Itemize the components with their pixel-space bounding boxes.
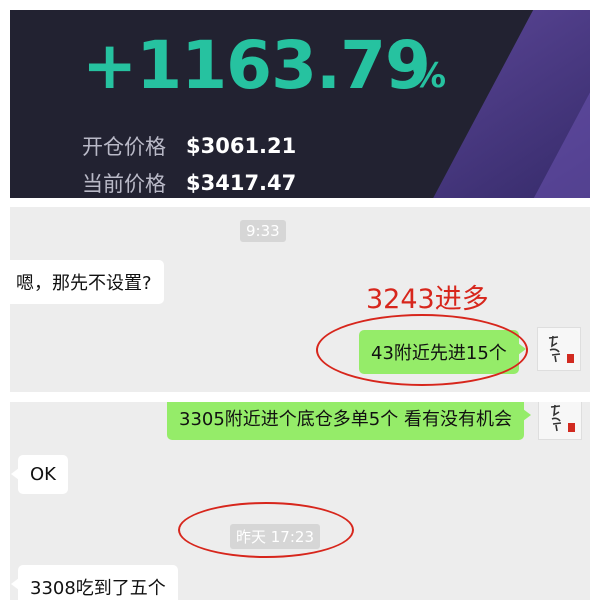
annotation-circle	[316, 314, 528, 386]
chat-screenshot-2: 3305附近进个底仓多单5个 看有没有机会 OK 昨天 17:23 3308吃到…	[10, 402, 590, 600]
profit-card: +1163.79 % 开仓价格 $3061.21 当前价格 $3417.47	[10, 10, 590, 198]
chat-screenshot-1: 9:33 嗯，那先不设置? 3243进多 43附近先进15个	[10, 207, 590, 392]
avatar[interactable]	[538, 402, 582, 440]
current-price-row: 当前价格 $3417.47	[82, 168, 296, 198]
current-price-label: 当前价格	[82, 172, 166, 196]
seal-icon	[567, 354, 574, 363]
timestamp-badge: 9:33	[240, 220, 286, 242]
message-bubble-left[interactable]: 嗯，那先不设置?	[10, 260, 164, 304]
calligraphy-icon	[548, 335, 561, 363]
seal-icon	[568, 423, 575, 432]
annotation-circle	[178, 502, 354, 558]
annotation-text: 3243进多	[366, 284, 489, 315]
calligraphy-icon	[550, 404, 562, 432]
percent-sign: %	[412, 56, 447, 96]
message-bubble-left[interactable]: 3308吃到了五个	[11, 565, 178, 600]
open-price-row: 开仓价格 $3061.21	[82, 131, 296, 161]
open-price-value: $3061.21	[186, 134, 297, 158]
profit-percent: +1163.79	[82, 27, 431, 104]
open-price-label: 开仓价格	[82, 135, 166, 159]
avatar[interactable]	[537, 327, 581, 371]
message-bubble-right[interactable]: 3305附近进个底仓多单5个 看有没有机会	[167, 402, 531, 440]
current-price-value: $3417.47	[186, 171, 297, 195]
message-bubble-left[interactable]: OK	[11, 455, 68, 494]
